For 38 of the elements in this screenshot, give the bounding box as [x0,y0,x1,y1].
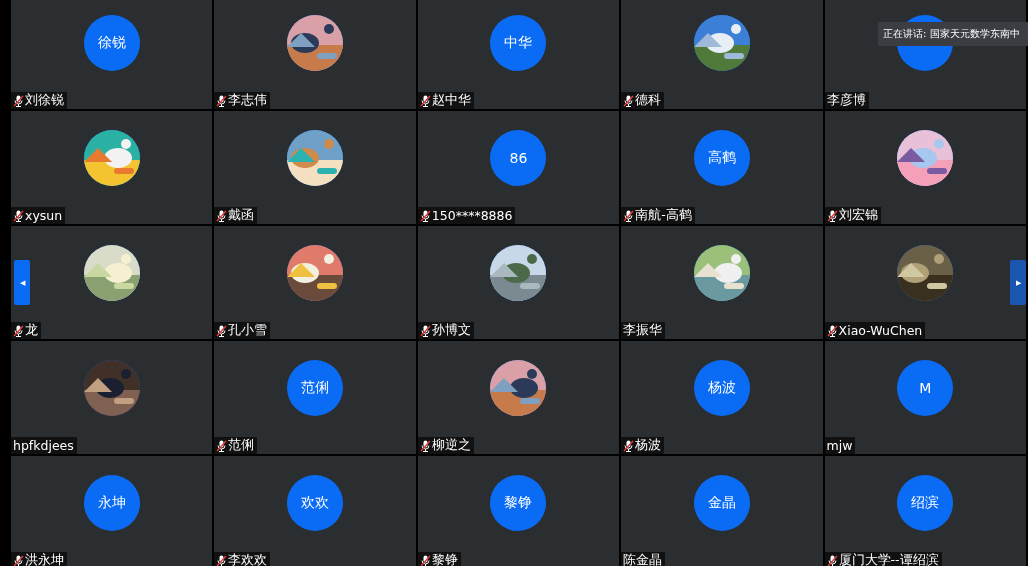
name-label: 孔小雪 [214,322,271,339]
name-label: 刘徐锐 [11,92,67,109]
name-label: 杨波 [621,437,665,454]
name-label: 孙博文 [417,322,474,339]
avatar: 86 [490,130,547,186]
avatar: 杨波 [693,360,750,416]
name-label: 李欢欢 [214,552,271,566]
name-label: mjw [824,437,856,454]
name-label: hpfkdjees [11,437,77,454]
name-label: 南航-高鹤 [621,207,695,224]
avatar: M [897,360,954,416]
name-label: 陈金晶 [621,552,666,566]
avatar: 绍滨 [897,475,954,531]
name-label: 李彦博 [824,92,869,109]
name-label: 范俐 [214,437,258,454]
avatar: 徐锐 [83,15,140,71]
name-label: 柳逆之 [417,437,474,454]
name-label: 洪永坤 [11,552,67,566]
avatar: 金晶 [693,475,750,531]
avatar: 永坤 [83,475,140,531]
name-label: 李志伟 [214,92,271,109]
name-label: 德科 [621,92,665,109]
avatar: 高鹤 [693,130,750,186]
avatar: 中华 [490,15,547,71]
name-label: 龙 [11,322,41,339]
avatar: 范俐 [287,360,344,416]
name-label: 戴函 [214,207,258,224]
name-label: 150****8886 [417,207,516,224]
name-label: Xiao-WuChen [824,322,926,339]
name-label: 赵中华 [417,92,474,109]
avatar: 黎铮 [490,475,547,531]
name-label: 厦门大学--谭绍滨 [824,552,942,566]
name-label: 刘宏锦 [824,207,881,224]
avatar: 欢欢 [287,475,344,531]
name-label: xysun [11,207,66,224]
speaking-tooltip: 正在讲话: 国家天元数学东南中 [878,22,1028,46]
name-label: 黎铮 [417,552,461,566]
name-label: 李振华 [621,322,666,339]
